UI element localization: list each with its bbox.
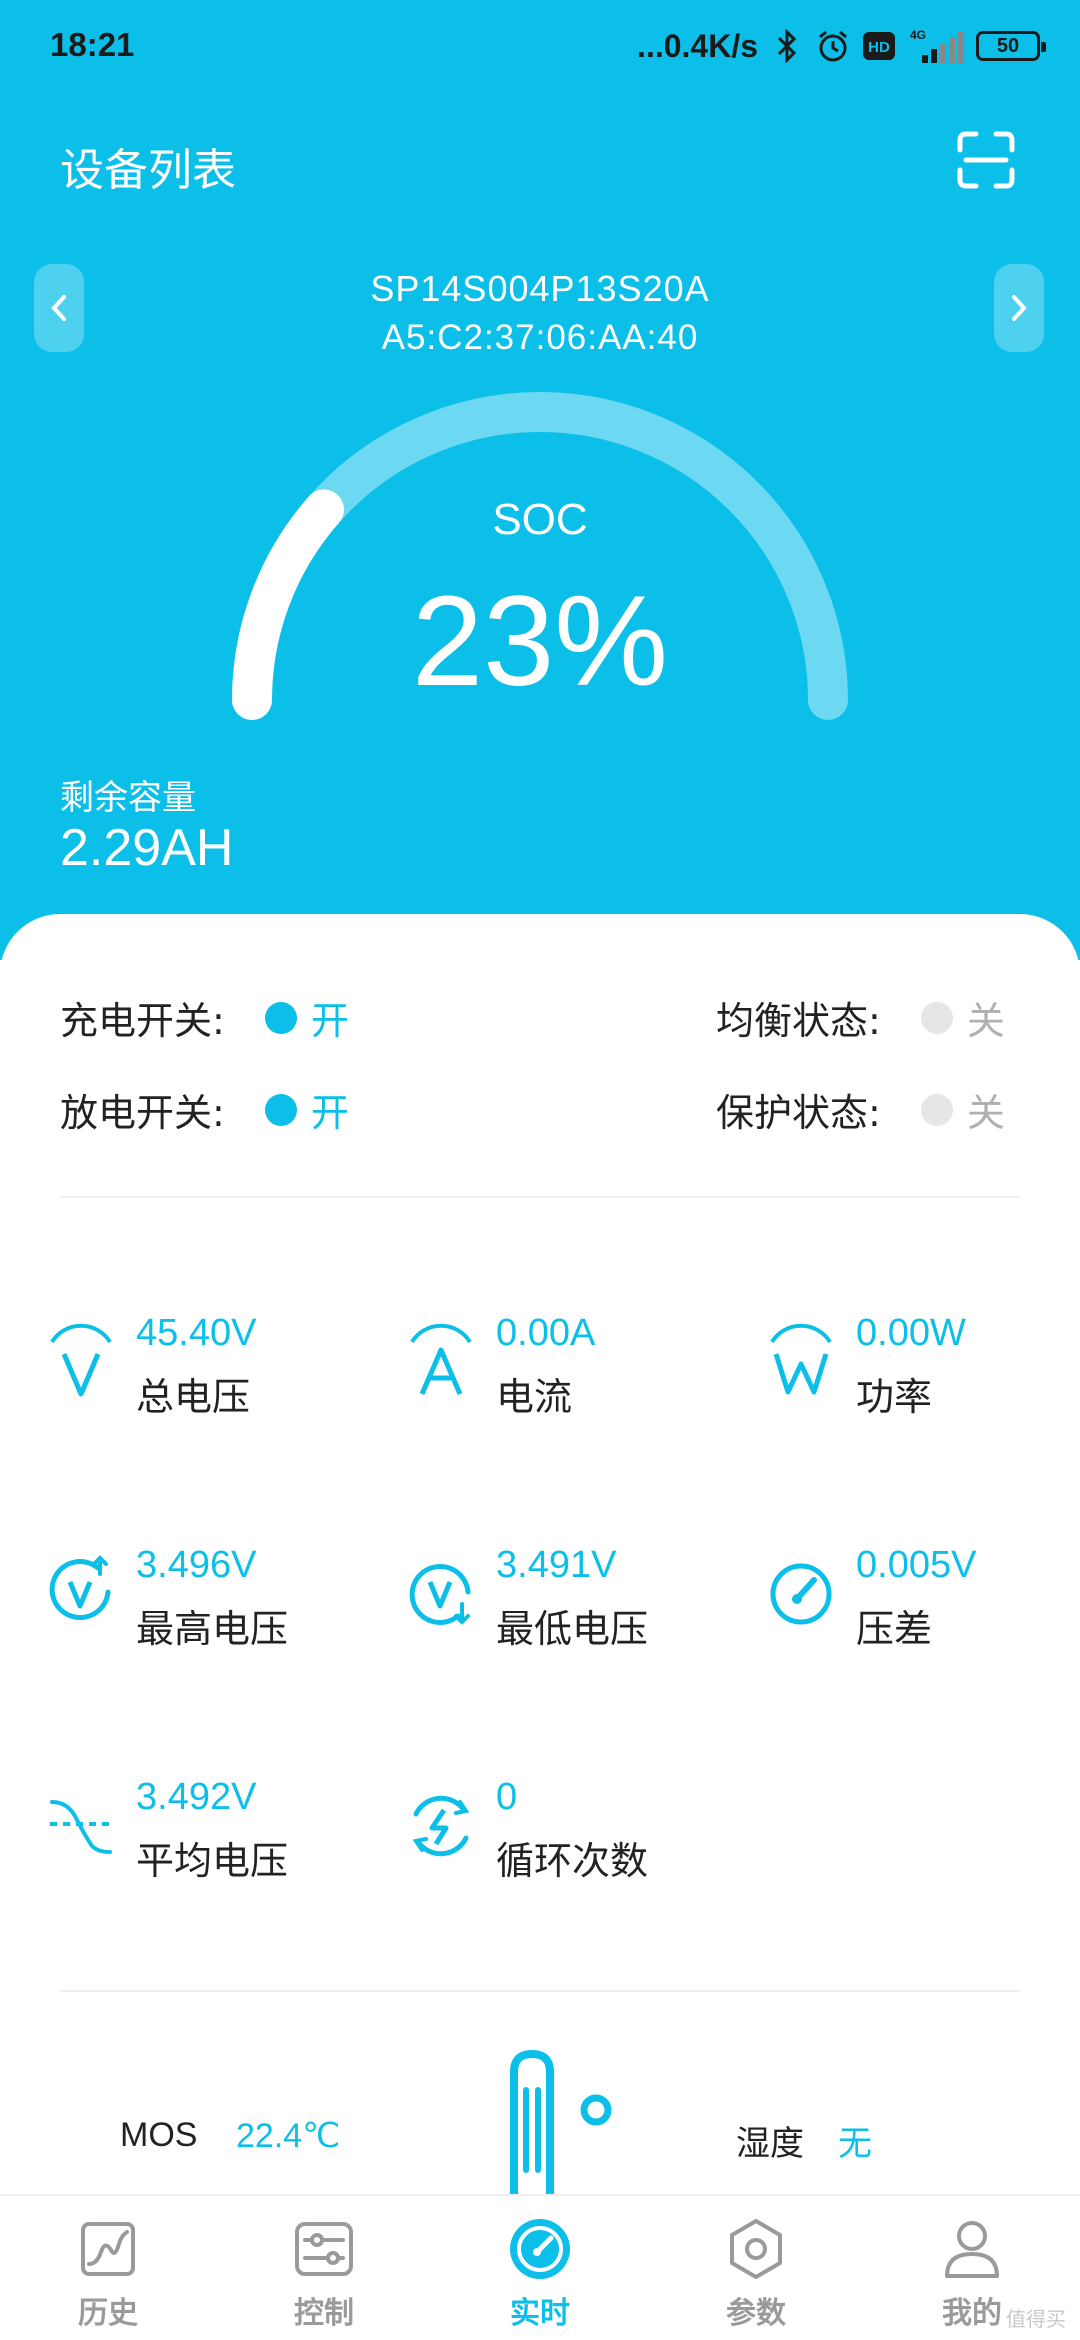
metric-avg-voltage: 3.492V 平均电压 (46, 1776, 346, 1883)
status-right: ...0.4K/s HD 4G 50 (637, 24, 1046, 68)
metric-total-voltage: 45.40V 总电压 (46, 1312, 346, 1419)
sliders-icon (295, 2222, 353, 2276)
protect-status-state: 关 (966, 1091, 1005, 1135)
current-icon (410, 1323, 472, 1395)
device-name: SP14S004P13S20A (370, 268, 710, 309)
power-label: 功率 (856, 1375, 933, 1419)
network-speed: ...0.4K/s (637, 27, 758, 64)
min-voltage-icon (409, 1564, 471, 1625)
discharge-switch-label: 放电开关: (60, 1091, 225, 1135)
metric-max-voltage: 3.496V 最高电压 (46, 1544, 346, 1651)
cycles-value: 0 (496, 1776, 518, 1818)
signal-icon: 4G (908, 28, 964, 63)
voltage-diff-value: 0.005V (856, 1544, 977, 1586)
power-value: 0.00W (856, 1312, 966, 1354)
tab-control-label: 控制 (294, 2296, 354, 2331)
page-title[interactable]: 设备列表 (60, 134, 236, 198)
balance-status-dot (920, 1001, 953, 1034)
tab-mine-label: 我的 (942, 2296, 1002, 2331)
balance-status-row: 均衡状态: 关 (716, 990, 1005, 1045)
power-icon (770, 1323, 832, 1395)
discharge-switch-row: 放电开关: 开 (60, 1082, 349, 1137)
protect-status-label: 保护状态: (716, 1091, 881, 1135)
signal-type-text: 4G (910, 28, 926, 42)
battery-icon: 50 (976, 31, 1046, 61)
current-label: 电流 (496, 1375, 573, 1419)
charge-switch-state: 开 (310, 999, 349, 1043)
user-icon (945, 2221, 999, 2278)
total-voltage-value: 45.40V (136, 1312, 257, 1354)
bottom-tab-bar: 历史 控制 实时 参数 我的 值得买 (0, 2194, 1080, 2340)
tab-realtime-label: 实时 (510, 2296, 570, 2331)
tab-params-label: 参数 (726, 2296, 786, 2331)
humidity-label: 湿度 (736, 2124, 804, 2164)
tab-control[interactable]: 控制 (216, 2196, 432, 2340)
tab-history-label: 历史 (78, 2296, 138, 2331)
protect-status-dot (920, 1093, 953, 1126)
protect-status-row: 保护状态: 关 (716, 1082, 1005, 1137)
alarm-icon (816, 29, 850, 63)
tab-params[interactable]: 参数 (648, 2196, 864, 2340)
min-voltage-label: 最低电压 (496, 1607, 649, 1651)
balance-status-label: 均衡状态: (716, 999, 881, 1043)
speedometer-icon (510, 2219, 570, 2279)
average-wave-icon (50, 1800, 112, 1854)
mos-temp-value: 22.4℃ (236, 2117, 341, 2155)
thermometer-icon (510, 2050, 612, 2198)
hd-icon: HD (862, 29, 896, 63)
discharge-status-dot (264, 1093, 297, 1126)
history-chart-icon (81, 2222, 135, 2276)
metric-min-voltage: 3.491V 最低电压 (406, 1544, 706, 1651)
charge-switch-label: 充电开关: (60, 999, 225, 1043)
mos-temp-label: MOS (120, 2116, 198, 2154)
status-bar: 18:21 ...0.4K/s HD 4G 50 (0, 0, 1080, 96)
max-voltage-icon (49, 1555, 111, 1620)
scan-icon[interactable] (956, 130, 1016, 190)
gauge-dial-icon (770, 1563, 832, 1625)
soc-label: SOC (492, 495, 588, 544)
metric-cycles: 0 循环次数 (406, 1776, 706, 1883)
battery-level: 50 (996, 34, 1020, 57)
discharge-switch-state: 开 (310, 1091, 349, 1135)
top-panel: 18:21 ...0.4K/s HD 4G 50 设备列表 SP14S004P1… (0, 0, 1080, 960)
hd-text: HD (868, 39, 890, 56)
soc-value: 23% (411, 570, 669, 713)
balance-status-state: 关 (966, 999, 1005, 1043)
watermark: 值得买 (1006, 2307, 1066, 2331)
avg-voltage-value: 3.492V (136, 1776, 257, 1818)
max-voltage-label: 最高电压 (136, 1607, 289, 1651)
voltage-diff-label: 压差 (856, 1607, 933, 1651)
min-voltage-value: 3.491V (496, 1544, 617, 1586)
charge-status-dot (264, 1001, 297, 1034)
metric-voltage-diff: 0.005V 压差 (766, 1544, 1066, 1651)
remaining-capacity-value: 2.29AH (60, 819, 234, 877)
divider (60, 1990, 1020, 1992)
metric-power: 0.00W 功率 (766, 1312, 1066, 1419)
cycles-label: 循环次数 (496, 1839, 649, 1883)
tab-realtime[interactable]: 实时 (432, 2196, 648, 2340)
status-time: 18:21 (50, 26, 135, 63)
charge-switch-row: 充电开关: 开 (60, 990, 349, 1045)
bluetooth-icon (770, 29, 804, 63)
cycle-charge-icon (412, 1795, 470, 1857)
hexagon-settings-icon (730, 2219, 782, 2279)
device-mac: A5:C2:37:06:AA:40 (381, 318, 699, 357)
voltage-icon (50, 1323, 112, 1397)
max-voltage-value: 3.496V (136, 1544, 257, 1586)
total-voltage-label: 总电压 (136, 1375, 251, 1419)
remaining-capacity-label: 剩余容量 (60, 778, 196, 818)
metric-current: 0.00A 电流 (406, 1312, 706, 1419)
tab-history[interactable]: 历史 (0, 2196, 216, 2340)
avg-voltage-label: 平均电压 (136, 1839, 289, 1883)
humidity-value: 无 (838, 2124, 872, 2164)
current-value: 0.00A (496, 1312, 596, 1354)
divider (60, 1196, 1020, 1198)
